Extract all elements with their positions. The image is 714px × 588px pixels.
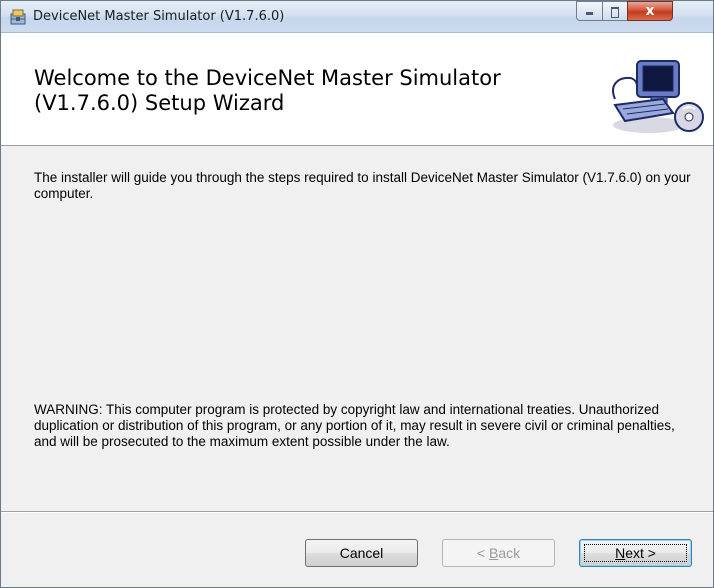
close-button[interactable]: x bbox=[627, 1, 673, 21]
back-button-mnemonic: B bbox=[488, 545, 499, 561]
minimize-button[interactable] bbox=[576, 1, 603, 21]
back-button-rest: ack bbox=[498, 545, 521, 561]
maximize-icon bbox=[611, 7, 619, 18]
close-icon: x bbox=[645, 3, 655, 19]
heading-line-2: (V1.7.6.0) Setup Wizard bbox=[34, 91, 285, 115]
intro-text: The installer will guide you through the… bbox=[34, 170, 691, 201]
back-button[interactable]: < Back bbox=[442, 539, 555, 567]
title-bar[interactable]: DeviceNet Master Simulator (V1.7.6.0) x bbox=[1, 1, 713, 33]
wizard-heading: Welcome to the DeviceNet Master Simulato… bbox=[34, 66, 574, 116]
window-title: DeviceNet Master Simulator (V1.7.6.0) bbox=[33, 9, 285, 24]
back-button-prefix: < bbox=[476, 545, 489, 561]
heading-line-1: Welcome to the DeviceNet Master Simulato… bbox=[34, 66, 501, 90]
cancel-button[interactable]: Cancel bbox=[305, 539, 418, 567]
computer-setup-icon bbox=[612, 60, 704, 133]
installer-icon bbox=[10, 9, 26, 25]
minimize-icon bbox=[586, 12, 593, 15]
next-button[interactable]: Next > bbox=[579, 539, 692, 567]
copyright-warning-text: WARNING: This computer program is protec… bbox=[34, 402, 675, 449]
wizard-banner: Welcome to the DeviceNet Master Simulato… bbox=[1, 33, 713, 146]
focus-rectangle bbox=[584, 544, 687, 562]
maximize-button[interactable] bbox=[602, 1, 628, 21]
setup-wizard-window: DeviceNet Master Simulator (V1.7.6.0) x … bbox=[0, 0, 714, 588]
button-area-divider bbox=[1, 511, 713, 513]
